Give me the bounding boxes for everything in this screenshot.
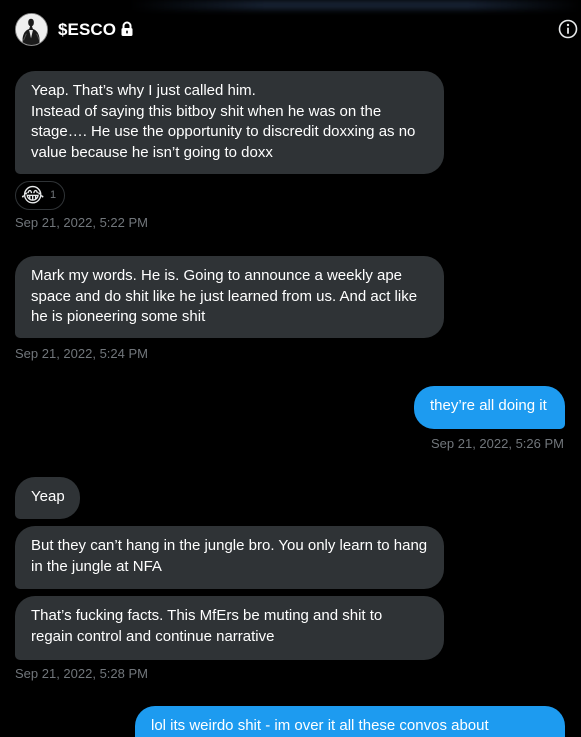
message-timestamp: Sep 21, 2022, 5:24 PM — [15, 346, 148, 361]
message-timestamp: Sep 21, 2022, 5:28 PM — [15, 666, 148, 681]
message-text: lol its weirdo shit - im over it all the… — [151, 717, 489, 734]
message-bubble-received[interactable]: Yeap. That’s why I just called him. Inst… — [15, 71, 444, 174]
header-glow — [130, 0, 581, 10]
avatar-image — [16, 14, 47, 45]
message-bubble-received[interactable]: Mark my words. He is. Going to announce … — [15, 256, 444, 338]
message-text: That’s fucking facts. This MfErs be muti… — [31, 607, 383, 624]
message-text: Instead of saying this bitboy shit when … — [31, 102, 382, 120]
message-timestamp: Sep 21, 2022, 5:22 PM — [15, 215, 148, 230]
message-text: value because he isn’t going to doxx — [31, 143, 273, 161]
message-text: they’re all doing it — [430, 397, 547, 414]
message-bubble-sent[interactable]: lol its weirdo shit - im over it all the… — [135, 706, 565, 737]
message-text: he is pioneering some shit — [31, 308, 206, 325]
message-timestamp: Sep 21, 2022, 5:26 PM — [431, 436, 564, 451]
laughing-emoji-icon: 😂 — [21, 185, 45, 207]
message-text: regain control and continue narrative — [31, 627, 275, 645]
message-text: in the jungle at NFA — [31, 557, 162, 575]
message-reaction[interactable]: 😂 1 — [15, 181, 65, 210]
message-text: Yeap. That’s why I just called him. — [31, 82, 256, 99]
message-bubble-received[interactable]: But they can’t hang in the jungle bro. Y… — [15, 526, 444, 589]
reaction-count: 1 — [50, 189, 57, 201]
message-bubble-received[interactable]: That’s fucking facts. This MfErs be muti… — [15, 596, 444, 660]
message-text: But they can’t hang in the jungle bro. Y… — [31, 537, 428, 554]
message-text: Yeap — [31, 488, 65, 505]
message-text: space and do shit like he just learned f… — [31, 287, 418, 305]
info-icon[interactable] — [558, 19, 578, 39]
conversation-header: $ESCO — [0, 0, 581, 58]
lock-icon — [121, 21, 133, 36]
avatar[interactable] — [15, 13, 48, 46]
message-text: stage…. He use the opportunity to discre… — [31, 123, 416, 140]
message-text: Mark my words. He is. Going to announce … — [31, 267, 403, 284]
contact-name: $ESCO — [58, 20, 117, 39]
message-bubble-sent[interactable]: they’re all doing it — [414, 386, 565, 429]
message-bubble-received[interactable]: Yeap — [15, 477, 80, 519]
